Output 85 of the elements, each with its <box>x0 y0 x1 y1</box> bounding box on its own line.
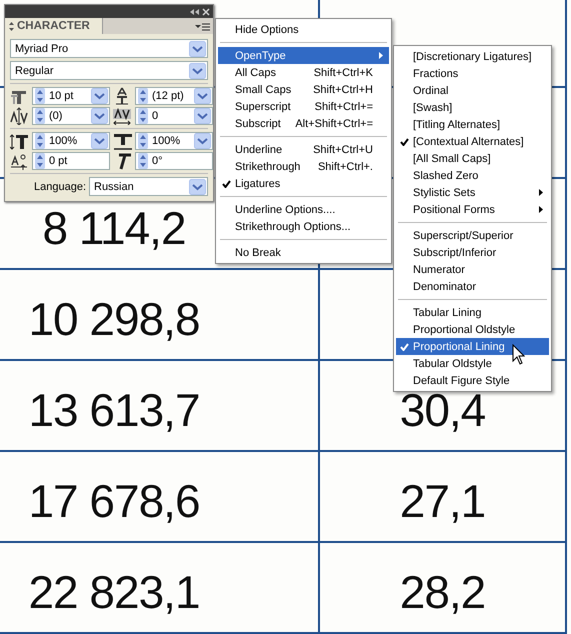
table-cell: 17 678,6 <box>28 482 200 522</box>
dropdown-icon <box>189 62 206 78</box>
value-field[interactable]: 0 pt <box>32 152 110 170</box>
value-field[interactable]: 0° <box>135 152 213 170</box>
kerning-icon <box>10 107 30 125</box>
vertical-scale-icon <box>10 132 30 150</box>
value-field[interactable]: 100% <box>135 132 213 150</box>
baseline-shift-icon <box>10 152 30 170</box>
font-style-dropdown[interactable]: Regular <box>10 61 208 80</box>
menu-item[interactable]: Underline Options.... <box>218 201 389 218</box>
menu-item[interactable]: Tabular Oldstyle <box>396 355 549 372</box>
table-cell: 10 298,8 <box>28 300 200 340</box>
menu-item[interactable]: Stylistic Sets <box>396 184 549 201</box>
spinner-icon <box>35 108 45 124</box>
horizontal-scale-icon <box>113 132 133 150</box>
menu-item[interactable]: Proportional Lining <box>396 338 549 355</box>
spinner-icon <box>35 88 45 104</box>
dropdown-icon <box>91 108 108 124</box>
menu-item[interactable]: Default Figure Style <box>396 372 549 389</box>
sort-arrows-icon <box>8 22 15 30</box>
menu-item[interactable]: [Titling Alternates] <box>396 116 549 133</box>
spinner-icon <box>138 153 148 169</box>
menu-item[interactable]: Underline Shift+Ctrl+U <box>218 141 389 158</box>
menu-item[interactable]: Superscript Shift+Ctrl+= <box>218 98 389 115</box>
checkmark-icon <box>400 138 409 146</box>
menu-item[interactable]: Proportional Oldstyle <box>396 321 549 338</box>
dropdown-icon <box>91 133 108 149</box>
dropdown-icon <box>91 88 108 104</box>
menu-item[interactable]: [Swash] <box>396 99 549 116</box>
menu-item[interactable]: [All Small Caps] <box>396 150 549 167</box>
language-dropdown[interactable]: Russian <box>89 177 208 196</box>
table-cell: 13 613,7 <box>28 390 200 430</box>
menu-item[interactable]: Strikethrough Shift+Ctrl+. <box>218 158 389 175</box>
spinner-icon <box>138 108 148 124</box>
table-cell: 27,1 <box>400 482 486 522</box>
dropdown-icon <box>189 178 206 194</box>
menu-item[interactable]: All Caps Shift+Ctrl+K <box>218 64 389 81</box>
submenu-arrow-icon <box>539 189 543 196</box>
menu-item[interactable]: Fractions <box>396 65 549 82</box>
font-family-dropdown[interactable]: Myriad Pro <box>10 39 208 58</box>
value-field[interactable]: (0) <box>32 107 110 125</box>
spinner-icon <box>35 153 45 169</box>
menu-item[interactable]: Superscript/Superior <box>396 227 549 244</box>
dropdown-icon <box>194 88 211 104</box>
spinner-icon <box>35 133 45 149</box>
menu-item[interactable]: Small Caps Shift+Ctrl+H <box>218 81 389 98</box>
checkmark-icon <box>400 343 409 351</box>
spinner-icon <box>138 133 148 149</box>
value-field[interactable]: 0 <box>135 107 213 125</box>
table-cell: 8 114,2 <box>42 208 186 248</box>
panel-tab[interactable]: CHARACTER <box>5 18 103 34</box>
menu-item[interactable]: Hide Options <box>218 21 389 38</box>
language-label: Language: <box>34 180 86 192</box>
menu-item[interactable]: Subscript/Inferior <box>396 244 549 261</box>
collapse-icon[interactable] <box>190 8 199 16</box>
table-cell: 30,4 <box>400 390 486 430</box>
menu-icon[interactable] <box>195 20 210 32</box>
table-cell: 22 823,1 <box>28 572 200 612</box>
menu-item[interactable]: Numerator <box>396 261 549 278</box>
menu-item[interactable]: Strikethrough Options... <box>218 218 389 235</box>
menu-item[interactable]: [Contextual Alternates] <box>396 133 549 150</box>
table-cell: 28,2 <box>400 572 486 612</box>
value-field[interactable]: 10 pt <box>32 87 110 105</box>
value-field[interactable]: 100% <box>32 132 110 150</box>
value-field[interactable]: (12 pt) <box>135 87 213 105</box>
menu-item[interactable]: Slashed Zero <box>396 167 549 184</box>
mouse-pointer-icon <box>512 344 525 365</box>
menu-item[interactable]: [Discretionary Ligatures] <box>396 48 549 65</box>
dropdown-icon <box>194 108 211 124</box>
menu-item[interactable]: OpenType <box>218 47 389 64</box>
menu-item[interactable]: Denominator <box>396 278 549 295</box>
checkmark-icon <box>222 180 231 188</box>
close-icon[interactable] <box>202 8 210 16</box>
dropdown-icon <box>189 40 206 56</box>
dropdown-icon <box>194 133 211 149</box>
menu-item[interactable]: Ordinal <box>396 82 549 99</box>
submenu-arrow-icon <box>379 52 383 59</box>
tracking-icon <box>113 107 133 125</box>
spinner-icon <box>138 88 148 104</box>
menu-item[interactable]: Positional Forms <box>396 201 549 218</box>
menu-item[interactable]: No Break <box>218 244 389 261</box>
menu-item[interactable]: Tabular Lining <box>396 304 549 321</box>
menu-item[interactable]: Subscript Alt+Shift+Ctrl+= <box>218 115 389 132</box>
submenu-arrow-icon <box>539 206 543 213</box>
menu-item[interactable]: Ligatures <box>218 175 389 192</box>
